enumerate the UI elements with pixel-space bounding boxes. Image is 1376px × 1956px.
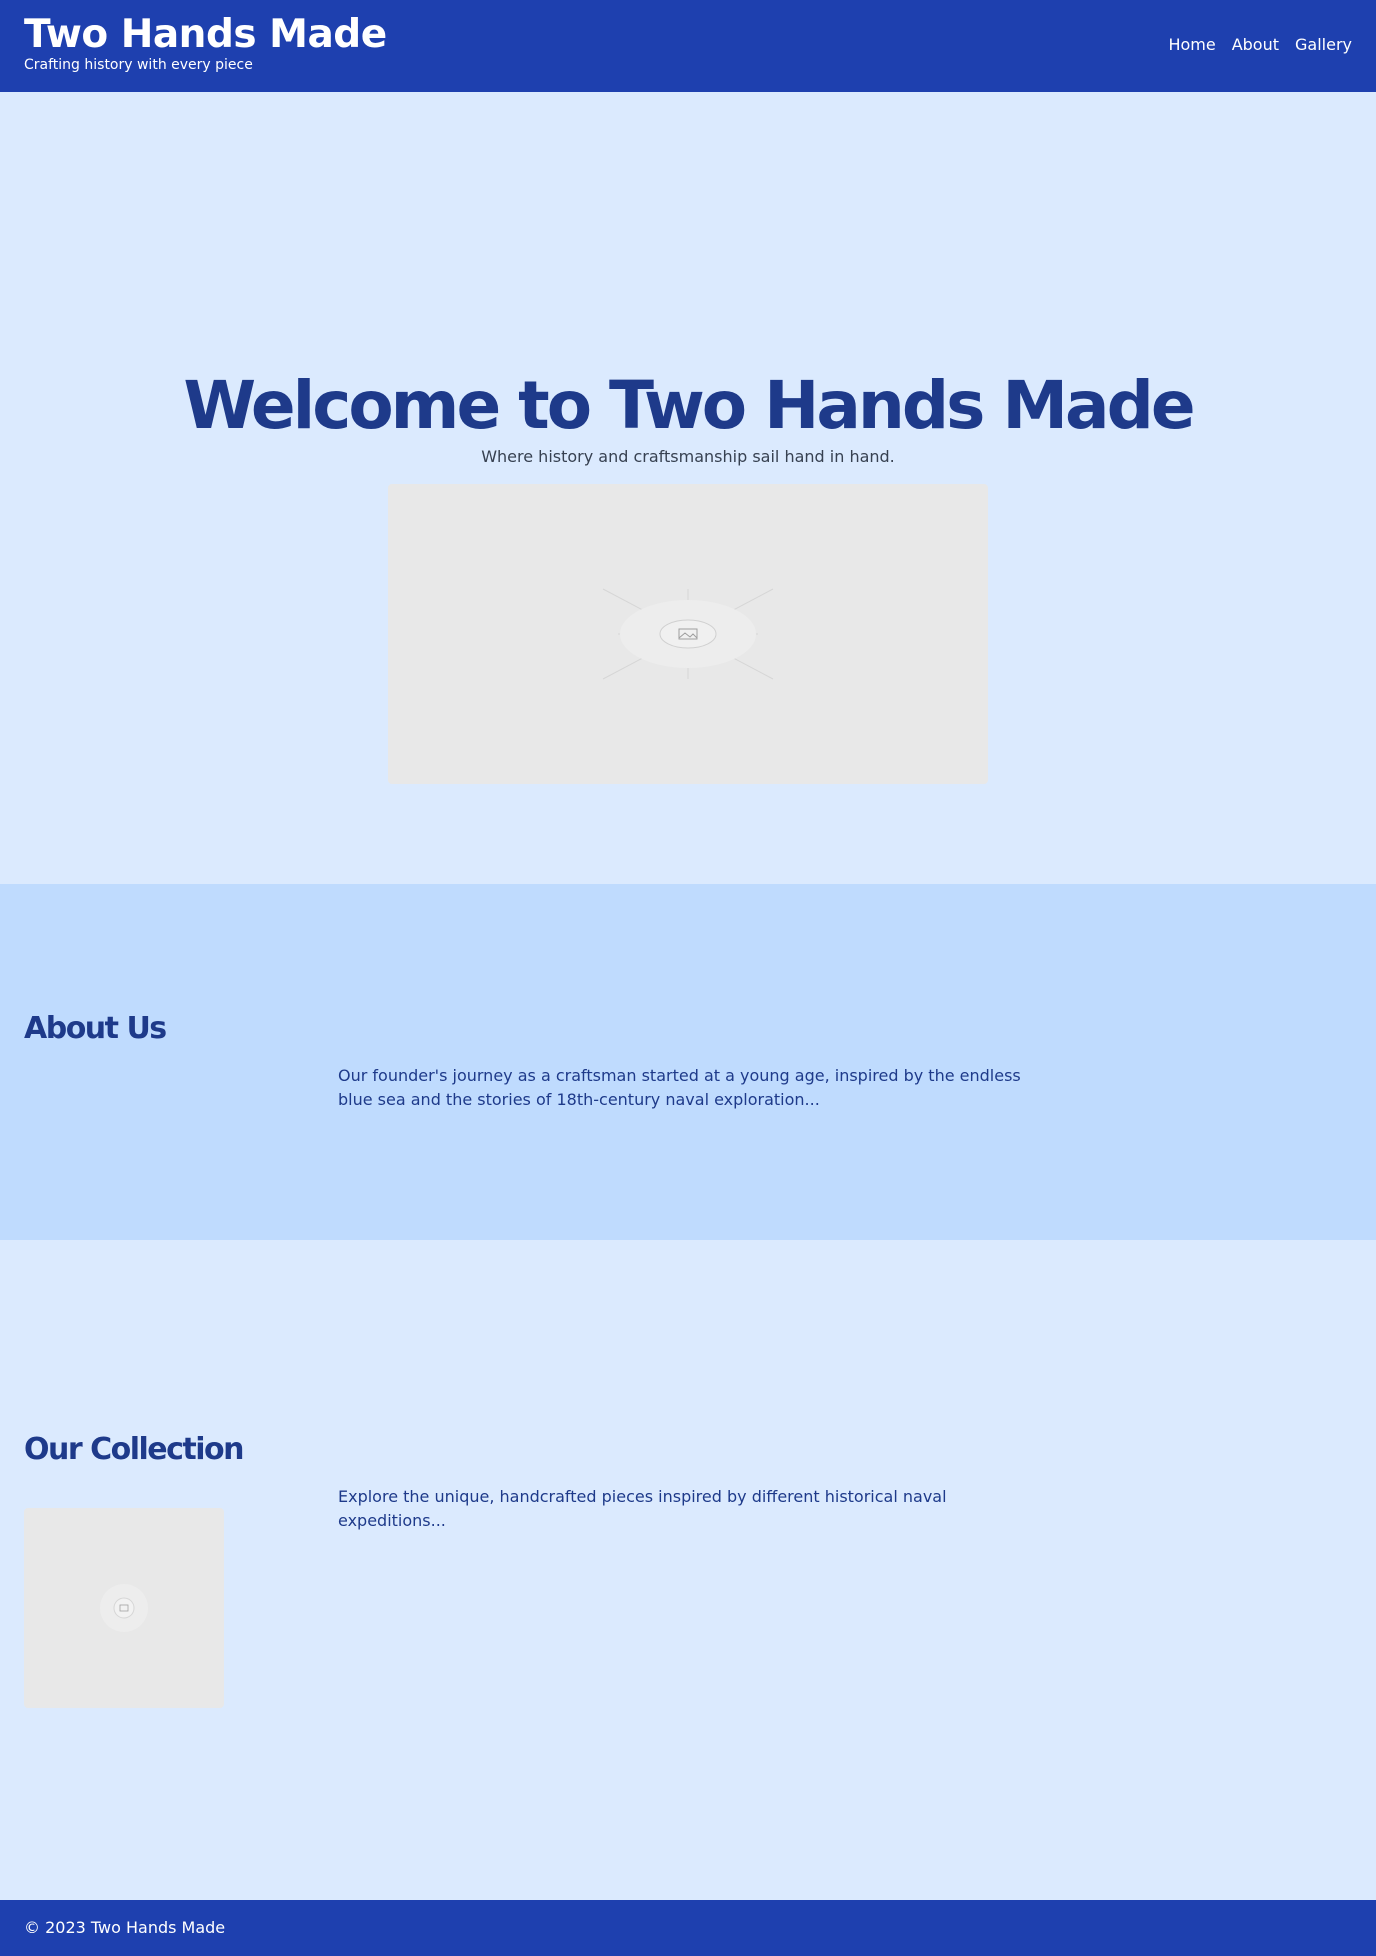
collection-section: Our Collection Explore the unique, handc… [0,1240,1376,1900]
site-footer: © 2023 Two Hands Made [0,1900,1376,1956]
collection-item-image[interactable] [24,1508,224,1708]
hero-subtitle: Where history and craftsmanship sail han… [481,447,895,466]
collection-title: Our Collection [24,1432,245,1467]
site-header: Two Hands Made Crafting history with eve… [0,0,1376,92]
nav-gallery-link[interactable]: Gallery [1295,34,1352,56]
collection-text: Explore the unique, handcrafted pieces i… [338,1487,947,1530]
hero-title: Welcome to Two Hands Made [183,367,1195,444]
main-nav: Home About Gallery [1168,34,1352,56]
site-tagline: Crafting history with every piece [24,57,253,73]
about-section: About Us Our founder's journey as a craf… [0,884,1376,1240]
about-text: Our founder's journey as a craftsman sta… [338,1066,1021,1109]
image-placeholder-icon [602,588,774,680]
hero-section: Welcome to Two Hands Made Where history … [0,92,1376,884]
nav-home-link[interactable]: Home [1168,34,1215,56]
about-title: About Us [24,1011,167,1046]
footer-copyright: © 2023 Two Hands Made [24,1918,226,1937]
hero-image [388,484,988,784]
image-placeholder-icon [100,1584,148,1632]
nav-about-link[interactable]: About [1232,34,1279,56]
site-title: Two Hands Made [24,12,387,57]
